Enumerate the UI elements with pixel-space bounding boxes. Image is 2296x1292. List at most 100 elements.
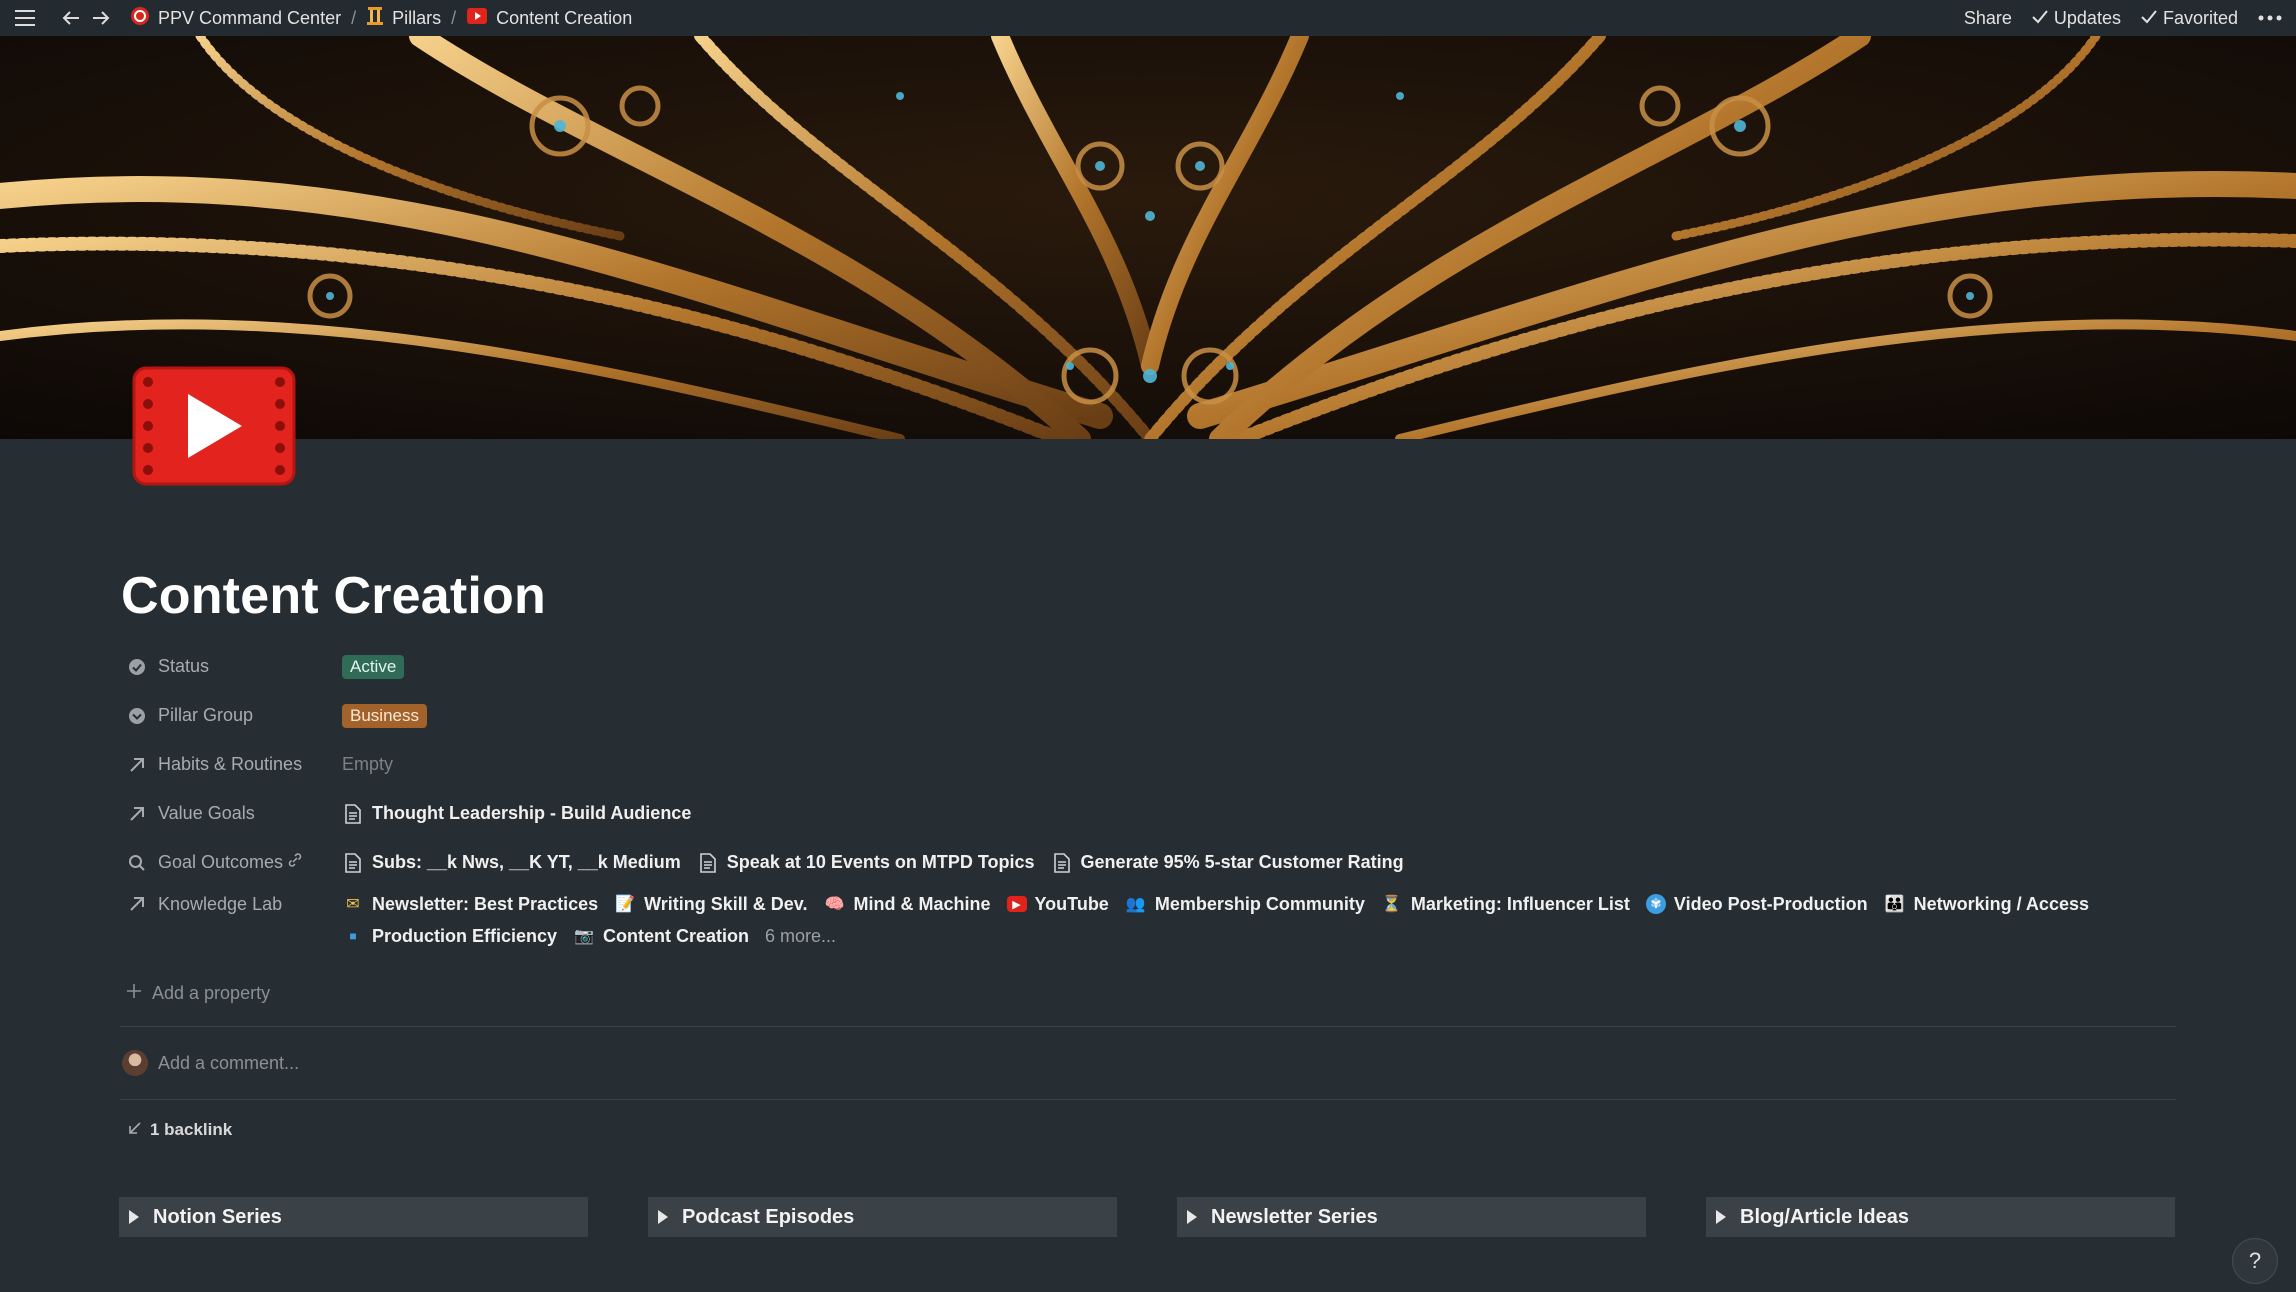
relation-label: YouTube: [1034, 893, 1109, 914]
relation-link[interactable]: ✾ Video Post-Production: [1645, 894, 1868, 915]
top-bar: PPV Command Center / Pillars / Content C…: [0, 0, 2296, 36]
comment-input[interactable]: Add a comment...: [122, 1050, 299, 1076]
value-goals-label: Value Goals: [158, 803, 255, 823]
youtube-icon: [466, 7, 488, 30]
people-icon: 👪: [1884, 896, 1905, 913]
more-options-icon[interactable]: [2258, 15, 2282, 21]
property-label[interactable]: Goal Outcomes: [120, 852, 342, 874]
habits-label: Habits & Routines: [158, 754, 303, 774]
relation-link[interactable]: ✉ Newsletter: Best Practices: [342, 893, 598, 915]
backlink-label: 1 backlink: [150, 1120, 233, 1139]
forward-arrow-icon[interactable]: [86, 3, 116, 33]
pillar-group-badge[interactable]: Business: [342, 703, 427, 728]
page-title[interactable]: Content Creation: [121, 566, 546, 626]
toggle-triangle-icon: [1716, 1210, 1726, 1224]
property-label[interactable]: Status: [120, 656, 342, 678]
menu-icon[interactable]: [10, 3, 40, 33]
relation-link[interactable]: 👪 Networking / Access: [1884, 893, 2089, 915]
property-label[interactable]: Value Goals: [120, 803, 342, 825]
help-button[interactable]: ?: [2232, 1238, 2278, 1284]
relation-label: Content Creation: [603, 925, 750, 946]
pillar-group-label: Pillar Group: [158, 705, 254, 725]
relation-link[interactable]: Generate 95% 5-star Customer Rating: [1051, 852, 1404, 874]
property-pillar-group: Pillar Group Business: [120, 691, 2180, 740]
relation-label: Marketing: Influencer List: [1410, 893, 1630, 914]
breadcrumb-content-creation[interactable]: Content Creation: [460, 7, 638, 30]
breadcrumb-separator: /: [451, 7, 457, 28]
knowledge-lab-label: Knowledge Lab: [158, 893, 283, 914]
cover-image[interactable]: [0, 36, 2296, 439]
relation-link[interactable]: ▶ YouTube: [1006, 893, 1109, 915]
toggle-notion-series[interactable]: Notion Series: [119, 1197, 588, 1237]
relation-label: Membership Community: [1154, 893, 1365, 914]
film-play-icon[interactable]: [132, 366, 296, 486]
search-icon: [126, 852, 148, 874]
favorited-button[interactable]: Favorited: [2141, 8, 2238, 29]
add-property-button[interactable]: Add a property: [120, 969, 2180, 1018]
relation-link[interactable]: ⏳ Marketing: Influencer List: [1381, 893, 1630, 915]
pillar-icon: [366, 6, 384, 31]
share-button[interactable]: Share: [1964, 8, 2012, 29]
camera-icon: 📷: [574, 928, 594, 945]
relation-label: Subs: __k Nws, __K YT, __k Medium: [372, 852, 681, 872]
relation-arrow-icon: [126, 893, 148, 915]
breadcrumb-label: PPV Command Center: [158, 7, 342, 28]
toggle-label: Podcast Episodes: [682, 1205, 855, 1228]
favorited-label: Favorited: [2162, 7, 2238, 28]
status-badge[interactable]: Active: [342, 654, 405, 679]
check-icon: [2032, 8, 2048, 29]
relation-link[interactable]: Subs: __k Nws, __K YT, __k Medium: [342, 852, 681, 874]
updates-label: Updates: [2053, 7, 2121, 28]
property-label[interactable]: Knowledge Lab: [120, 893, 342, 915]
relation-arrow-icon: [126, 803, 148, 825]
youtube-icon: ▶: [1006, 896, 1027, 912]
backlink-arrow-icon: [128, 1120, 142, 1140]
property-status: Status Active: [120, 642, 2180, 691]
relation-link[interactable]: 📝 Writing Skill & Dev.: [614, 893, 807, 915]
habits-empty-value[interactable]: Empty: [342, 754, 393, 775]
relation-link[interactable]: Speak at 10 Events on MTPD Topics: [697, 852, 1035, 874]
relation-label: Newsletter: Best Practices: [372, 893, 599, 914]
relation-label: Production Efficiency: [372, 925, 558, 946]
properties-panel: Status Active Pillar Group Business Habi…: [120, 642, 2180, 1018]
toggle-newsletter-series[interactable]: Newsletter Series: [1177, 1197, 1646, 1237]
breadcrumb-ppv-command-center[interactable]: PPV Command Center: [124, 6, 347, 31]
relation-label: Generate 95% 5-star Customer Rating: [1080, 852, 1404, 872]
property-label[interactable]: Pillar Group: [120, 705, 342, 727]
relation-link[interactable]: 🧠 Mind & Machine: [823, 893, 991, 915]
relation-link[interactable]: 📷 Content Creation: [573, 925, 749, 947]
comment-placeholder: Add a comment...: [158, 1052, 300, 1073]
breadcrumb-label: Content Creation: [496, 7, 633, 28]
breadcrumb-pillars[interactable]: Pillars: [360, 6, 447, 31]
more-relations-link[interactable]: 6 more...: [765, 926, 836, 947]
goal-outcomes-label: Goal Outcomes: [158, 852, 284, 872]
relation-link[interactable]: Thought Leadership - Build Audience: [342, 803, 691, 825]
backlinks-button[interactable]: 1 backlink: [128, 1120, 232, 1140]
relation-label: Speak at 10 Events on MTPD Topics: [726, 852, 1035, 872]
toggle-triangle-icon: [1187, 1210, 1197, 1224]
film-reel-icon: ✾: [1645, 894, 1666, 914]
back-arrow-icon[interactable]: [56, 3, 86, 33]
property-goal-outcomes: Goal Outcomes Subs: __k Nws, __K YT, __k…: [120, 838, 2180, 887]
add-property-label: Add a property: [152, 983, 271, 1003]
relation-label: Mind & Machine: [853, 893, 991, 914]
relation-label: Networking / Access: [1913, 893, 2089, 914]
toggle-podcast-episodes[interactable]: Podcast Episodes: [648, 1197, 1117, 1237]
page-icon: [697, 852, 719, 874]
property-label[interactable]: Habits & Routines: [120, 754, 342, 776]
updates-button[interactable]: Updates: [2032, 8, 2121, 29]
toggle-blog-article-ideas[interactable]: Blog/Article Ideas: [1706, 1197, 2175, 1237]
hourglass-icon: ⏳: [1381, 896, 1402, 913]
relation-link[interactable]: ■ Production Efficiency: [342, 925, 557, 947]
relation-label: Thought Leadership - Build Audience: [372, 803, 692, 823]
toggle-label: Blog/Article Ideas: [1740, 1205, 1909, 1228]
toggle-row: Notion Series Podcast Episodes Newslette…: [119, 1197, 2175, 1237]
relation-link[interactable]: 👥 Membership Community: [1125, 893, 1365, 915]
divider: [120, 1026, 2176, 1027]
property-knowledge-lab: Knowledge Lab ✉ Newsletter: Best Practice…: [120, 887, 2180, 969]
relation-arrow-icon: [126, 754, 148, 776]
link-icon: [287, 852, 303, 873]
toggle-label: Notion Series: [153, 1205, 282, 1228]
breadcrumb-label: Pillars: [392, 7, 442, 28]
divider: [120, 1099, 2176, 1100]
